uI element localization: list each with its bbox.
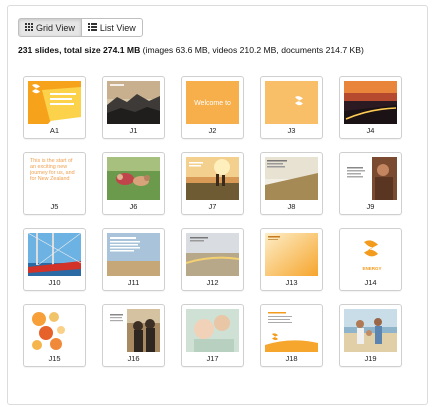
slide-tile[interactable]: Welcome to J2	[181, 76, 244, 139]
slide-thumbnail: This is the start of an exciting new jou…	[28, 157, 81, 200]
slide-tile[interactable]: J16	[102, 304, 165, 367]
slide-label: J12	[206, 278, 219, 287]
slide-tile[interactable]: J6	[102, 152, 165, 215]
slide-tile[interactable]: A1	[23, 76, 86, 139]
slide-tile[interactable]: ENERGY J14	[339, 228, 402, 291]
slide-tile[interactable]: J15	[23, 304, 86, 367]
slide-label: J5	[50, 202, 59, 211]
slide-label: J6	[129, 202, 138, 211]
slide-thumbnail	[107, 309, 160, 352]
grid-view-button[interactable]: Grid View	[18, 18, 82, 37]
summary-detail: (images 63.6 MB, videos 210.2 MB, docume…	[140, 45, 364, 55]
slide-label: J17	[206, 354, 219, 363]
slide-label: J11	[127, 278, 140, 287]
slide-label: J8	[287, 202, 296, 211]
slide-label: J1	[129, 126, 138, 135]
slide-tile[interactable]: J1	[102, 76, 165, 139]
slide-thumbnail: ENERGY	[344, 233, 397, 276]
slide-thumbnail	[186, 233, 239, 276]
slide-label: J16	[127, 354, 140, 363]
view-toggle: Grid View List View	[18, 18, 143, 37]
slide-label: J13	[285, 278, 298, 287]
slide-thumbnail	[265, 81, 318, 124]
slide-thumbnail	[344, 157, 397, 200]
thumb-text: ENERGY	[362, 266, 381, 271]
slide-label: J3	[287, 126, 296, 135]
slide-thumbnail	[28, 81, 81, 124]
slide-tile[interactable]: J12	[181, 228, 244, 291]
slide-label: A1	[49, 126, 60, 135]
slide-label: J2	[208, 126, 217, 135]
slide-thumbnail	[344, 81, 397, 124]
slide-thumbnail	[107, 233, 160, 276]
slide-label: J10	[48, 278, 61, 287]
slide-thumbnail	[186, 157, 239, 200]
slide-tile[interactable]: J3	[260, 76, 323, 139]
summary-count: 231 slides, total size 274.1 MB	[18, 45, 141, 55]
slide-tile[interactable]: This is the start of an exciting new jou…	[23, 152, 86, 215]
slide-thumbnail	[28, 309, 81, 352]
slide-thumbnail	[265, 309, 318, 352]
list-icon	[87, 22, 97, 33]
slide-tile[interactable]: J9	[339, 152, 402, 215]
grid-view-label: Grid View	[36, 22, 75, 33]
slide-thumbnail	[28, 233, 81, 276]
slide-thumbnail	[186, 309, 239, 352]
slide-label: J18	[285, 354, 298, 363]
grid-icon	[25, 22, 33, 33]
slide-thumbnail	[107, 81, 160, 124]
slides-summary: 231 slides, total size 274.1 MB (images …	[18, 45, 364, 55]
slide-tile[interactable]: J10	[23, 228, 86, 291]
slide-thumbnail	[344, 309, 397, 352]
slide-tile[interactable]: J17	[181, 304, 244, 367]
list-view-label: List View	[99, 22, 136, 33]
slide-tile[interactable]: J11	[102, 228, 165, 291]
slide-label: J9	[366, 202, 375, 211]
slide-thumbnail	[265, 157, 318, 200]
slide-label: J4	[366, 126, 375, 135]
list-view-button[interactable]: List View	[80, 18, 143, 37]
slide-tile[interactable]: J7	[181, 152, 244, 215]
slide-tile[interactable]: J18	[260, 304, 323, 367]
slide-thumbnail	[265, 233, 318, 276]
slide-tile[interactable]: J8	[260, 152, 323, 215]
slide-tile[interactable]: J19	[339, 304, 402, 367]
thumb-text: This is the start of an exciting new jou…	[30, 158, 75, 182]
slide-label: J7	[208, 202, 217, 211]
slide-tile[interactable]: J4	[339, 76, 402, 139]
slide-tile[interactable]: J13	[260, 228, 323, 291]
slide-label: J19	[364, 354, 377, 363]
slide-label: J15	[48, 354, 61, 363]
thumb-text: Welcome to	[194, 100, 231, 107]
slide-thumbnail: Welcome to	[186, 81, 239, 124]
slide-label: J14	[364, 278, 377, 287]
slide-thumbnail	[107, 157, 160, 200]
